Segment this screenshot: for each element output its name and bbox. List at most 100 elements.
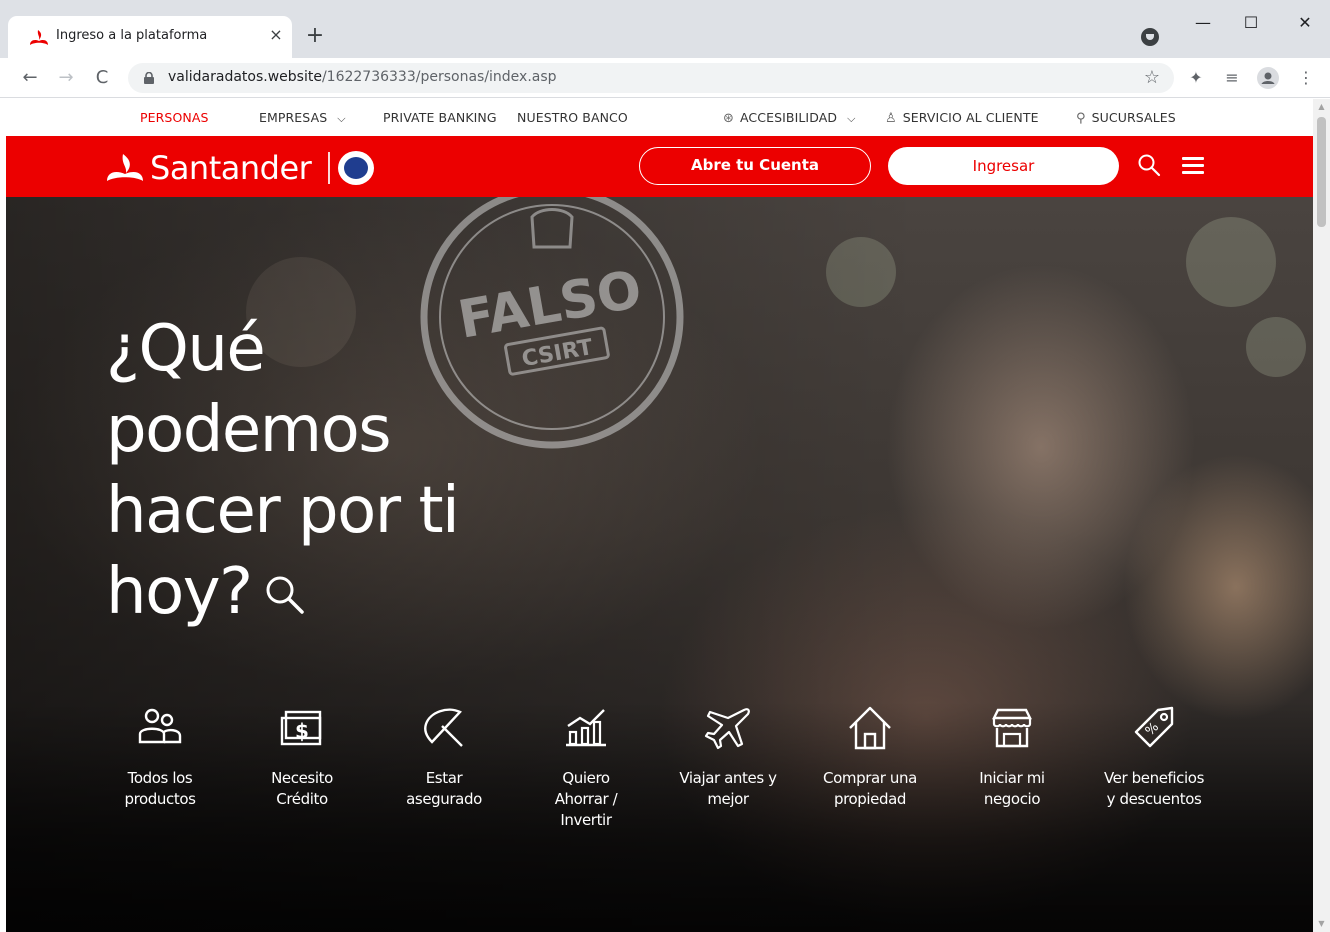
quick-link-label-line: Todos los — [127, 769, 193, 787]
quick-link-label-line: Crédito — [276, 790, 328, 808]
chile-government-seal-icon — [338, 151, 374, 185]
hero-title-line: hacer por ti — [106, 474, 460, 548]
window-minimize-button[interactable]: — — [1180, 8, 1226, 38]
nav-accesibilidad[interactable]: ⊛ ACCESIBILIDAD ⌵ — [723, 110, 856, 126]
hero-title-line: podemos — [106, 393, 392, 467]
url-path: /1622736333/personas/index.asp — [321, 69, 557, 85]
hamburger-menu-icon[interactable] — [1182, 157, 1206, 175]
brand-separator — [328, 152, 330, 184]
browser-toolbar: ← → C validaradatos.website/1622736333/p… — [0, 58, 1330, 98]
quick-link-comprar-propiedad[interactable]: Comprar una propiedad — [800, 702, 940, 810]
location-pin-icon: ⚲ — [1076, 111, 1086, 126]
quick-link-label-line: asegurado — [406, 790, 482, 808]
nav-servicio-cliente-label: SERVICIO AL CLIENTE — [902, 110, 1039, 125]
quick-link-viajar[interactable]: Viajar antes y mejor — [658, 702, 798, 810]
nav-sucursales-label: SUCURSALES — [1091, 110, 1176, 125]
svg-text:$: $ — [295, 719, 309, 743]
quick-link-label-line: propiedad — [833, 790, 907, 808]
scroll-down-arrow-icon[interactable]: ▼ — [1313, 916, 1330, 932]
search-icon[interactable] — [262, 572, 308, 618]
chrome-menu-icon[interactable]: ⋮ — [1294, 66, 1318, 90]
hero-banner: FALSO CSIRT ¿Qué podemos hacer por ti ho… — [6, 197, 1313, 932]
quick-link-iniciar-negocio[interactable]: Iniciar mi negocio — [942, 702, 1082, 810]
web-page: PERSONAS EMPRESAS ⌵ PRIVATE BANKING NUEST… — [6, 99, 1313, 932]
page-scrollbar[interactable]: ▲ ▼ — [1313, 99, 1330, 932]
login-button[interactable]: Ingresar — [888, 147, 1119, 185]
quick-link-label: Ver beneficios y descuentos — [1084, 768, 1224, 810]
people-icon — [138, 708, 182, 744]
bookmark-star-icon[interactable]: ☆ — [1144, 67, 1160, 89]
url-host: validaradatos.website — [168, 69, 322, 85]
open-account-button[interactable]: Abre tu Cuenta — [639, 147, 871, 185]
top-navigation: PERSONAS EMPRESAS ⌵ PRIVATE BANKING NUEST… — [6, 99, 1313, 136]
nav-nuestro-banco[interactable]: NUESTRO BANCO — [517, 110, 628, 125]
quick-link-label: Comprar una propiedad — [800, 768, 940, 810]
hero-title-line: hoy? — [106, 555, 253, 629]
quick-link-label-line: Ver beneficios — [1103, 769, 1204, 787]
brand-name: Santander — [150, 149, 312, 187]
quick-link-label-line: Estar — [425, 769, 463, 787]
forward-arrow-icon[interactable]: → — [52, 64, 80, 92]
quick-link-label-line: Iniciar mi — [979, 769, 1045, 787]
nav-empresas-label: EMPRESAS — [259, 110, 328, 125]
scrollbar-thumb[interactable] — [1317, 117, 1326, 227]
quick-link-label-line: Ahorrar / — [554, 790, 618, 808]
house-icon — [849, 706, 891, 750]
nav-empresas[interactable]: EMPRESAS ⌵ — [259, 110, 346, 126]
hero-title-line: ¿Qué — [106, 312, 266, 386]
quick-link-todos-productos[interactable]: Todos los productos — [90, 702, 230, 810]
quick-link-label-line: y descuentos — [1106, 790, 1202, 808]
quick-link-necesito-credito[interactable]: $ Necesito Crédito — [232, 702, 372, 810]
quick-link-label-line: Comprar una — [823, 769, 917, 787]
extensions-puzzle-icon[interactable]: ✦ — [1184, 66, 1208, 90]
scroll-up-arrow-icon[interactable]: ▲ — [1313, 99, 1330, 115]
quick-link-estar-asegurado[interactable]: Estar asegurado — [374, 702, 514, 810]
nav-personas[interactable]: PERSONAS — [140, 110, 209, 125]
store-icon — [992, 708, 1032, 748]
quick-link-label: Todos los productos — [90, 768, 230, 810]
santander-flame-icon — [30, 30, 48, 45]
reload-icon[interactable]: C — [88, 64, 116, 92]
reading-list-icon[interactable]: ≡ — [1220, 66, 1244, 90]
url-text: validaradatos.website/1622736333/persona… — [168, 69, 557, 85]
nav-private-banking[interactable]: PRIVATE BANKING — [383, 110, 497, 125]
chevron-down-icon: ⌵ — [337, 112, 346, 125]
plane-icon — [704, 708, 750, 750]
lock-icon — [144, 72, 154, 84]
umbrella-icon — [424, 708, 463, 747]
profile-avatar-icon[interactable] — [1256, 66, 1280, 90]
tag-icon: % — [1134, 706, 1174, 748]
hero-title-last-line: hoy? — [106, 552, 546, 633]
search-icon[interactable] — [1137, 153, 1161, 177]
nav-servicio-cliente[interactable]: ♙ SERVICIO AL CLIENTE — [885, 110, 1039, 126]
tab-close-icon[interactable]: × — [266, 24, 286, 46]
santander-flame-icon — [107, 154, 143, 181]
nav-accesibilidad-label: ACCESIBILIDAD — [740, 110, 838, 125]
user-icon: ♙ — [885, 111, 897, 126]
quick-link-label: Quiero Ahorrar / Invertir — [516, 768, 656, 831]
hero-title: ¿Qué podemos hacer por ti hoy? — [106, 309, 546, 633]
new-tab-button[interactable]: + — [302, 22, 328, 50]
quick-link-label-line: Necesito — [271, 769, 333, 787]
quick-link-label-line: Viajar antes y — [679, 769, 777, 787]
chart-icon — [566, 709, 606, 747]
back-arrow-icon[interactable]: ← — [16, 64, 44, 92]
quick-link-ahorrar-invertir[interactable]: Quiero Ahorrar / Invertir — [516, 702, 656, 831]
quick-link-label-line: mejor — [707, 790, 749, 808]
quick-link-label: Iniciar mi negocio — [942, 768, 1082, 810]
quick-link-label-line: negocio — [983, 790, 1041, 808]
quick-link-label-line: Quiero — [562, 769, 610, 787]
browser-tab[interactable]: Ingreso a la plataforma × — [8, 16, 292, 58]
money-icon: $ — [280, 710, 322, 746]
chrome-profile-dot-icon[interactable] — [1141, 28, 1159, 46]
nav-sucursales[interactable]: ⚲ SUCURSALES — [1076, 110, 1176, 126]
quick-link-label: Estar asegurado — [374, 768, 514, 810]
accessibility-icon: ⊛ — [723, 111, 734, 126]
chevron-down-icon: ⌵ — [847, 112, 856, 125]
quick-link-label-line: Invertir — [560, 811, 612, 829]
address-bar[interactable]: validaradatos.website/1622736333/persona… — [128, 63, 1174, 93]
tab-title: Ingreso a la plataforma — [56, 28, 208, 43]
window-maximize-button[interactable]: ☐ — [1228, 8, 1274, 38]
quick-link-ver-beneficios[interactable]: % Ver beneficios y descuentos — [1084, 702, 1224, 810]
window-close-button[interactable]: ✕ — [1282, 8, 1328, 38]
